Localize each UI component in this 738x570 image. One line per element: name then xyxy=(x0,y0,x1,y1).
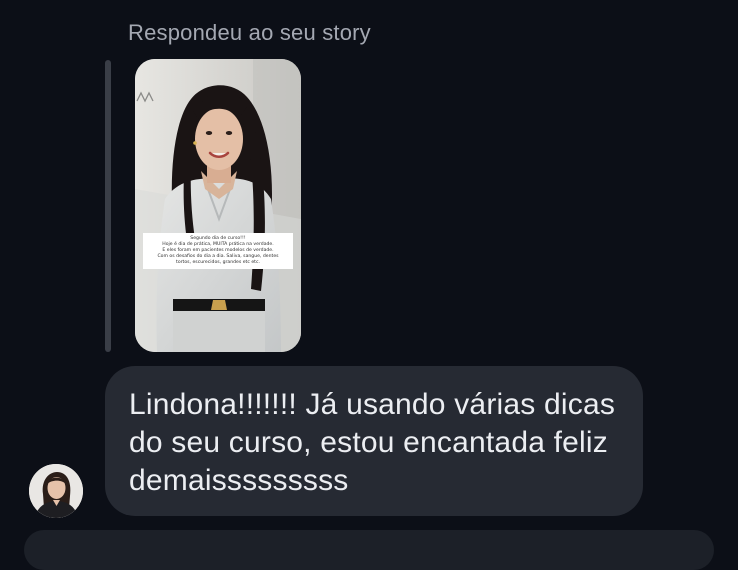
message-line: demaisssssssss xyxy=(129,464,349,497)
story-preview-card[interactable]: Segundo dia de curso!!! Hoje é dia de pr… xyxy=(135,59,301,352)
message-line: Lindona!!!!!!! Já usando várias dicas xyxy=(129,388,616,421)
message-bubble[interactable]: Lindona!!!!!!! Já usando várias dicas do… xyxy=(105,366,643,516)
avatar-photo xyxy=(29,464,83,518)
next-message-bubble-edge xyxy=(24,530,714,570)
story-caption: Segundo dia de curso!!! Hoje é dia de pr… xyxy=(143,233,293,269)
story-caption-line: tortos, escurecidos, grandes etc etc. xyxy=(176,260,260,265)
reply-context-label: Respondeu ao seu story xyxy=(128,20,371,45)
story-photo xyxy=(135,59,301,352)
message-line: do seu curso, estou encantada feliz xyxy=(129,426,608,459)
sender-avatar[interactable] xyxy=(29,464,83,518)
reply-quote-bar xyxy=(105,60,111,352)
message-text: Lindona!!!!!!! Já usando várias dicas do… xyxy=(129,386,619,500)
